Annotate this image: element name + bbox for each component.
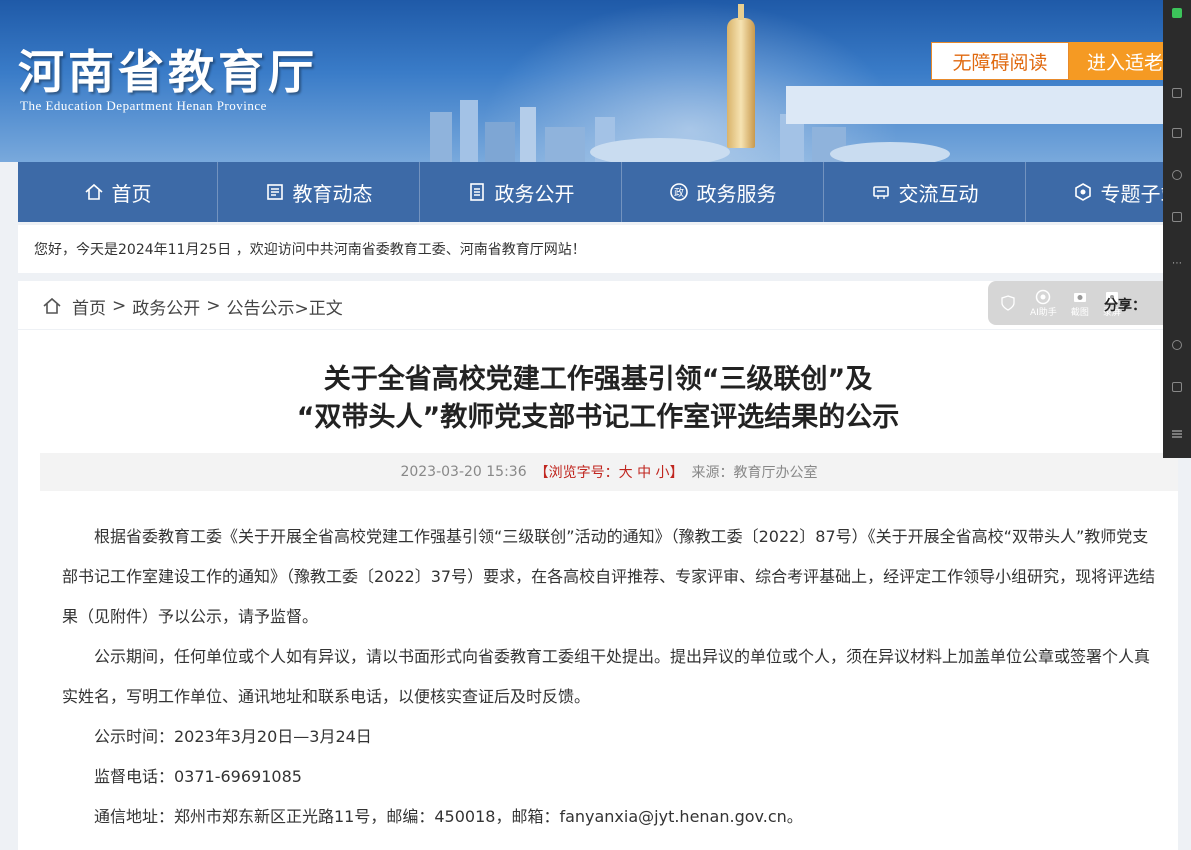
paragraph: 公示时间：2023年3月20日—3月24日 (94, 727, 372, 746)
article-title: 关于全省高校党建工作强基引领“三级联创”及 “双带头人”教师党支部书记工作室评选… (18, 361, 1178, 437)
search-bar[interactable] (786, 86, 1178, 124)
nav-item-gov-service[interactable]: 政 政务服务 (622, 162, 824, 222)
nav-item-news[interactable]: 教育动态 (218, 162, 420, 222)
accessibility-button[interactable]: 无障碍阅读 (931, 42, 1069, 80)
article-card: 首页 > 政务公开 > 公告公示 >正文 AI助手 截图 录屏 分享： 关于全省… (18, 281, 1178, 850)
nav-item-home[interactable]: 首页 (18, 162, 218, 222)
chat-icon (871, 182, 891, 202)
folder-icon[interactable] (1172, 128, 1182, 138)
breadcrumb-current: >正文 (294, 298, 343, 319)
shield-tool[interactable] (1000, 295, 1016, 311)
breadcrumb-home[interactable]: 首页 (72, 294, 106, 319)
home-icon (42, 296, 62, 316)
menu-icon[interactable] (1172, 424, 1182, 438)
nav-label: 教育动态 (292, 181, 373, 206)
breadcrumb-separator: > (112, 296, 127, 316)
nav-item-topics[interactable]: 专题子站 (1026, 162, 1178, 222)
breadcrumb: 首页 > 政务公开 > 公告公示 >正文 (42, 291, 343, 321)
nav-item-interaction[interactable]: 交流互动 (824, 162, 1026, 222)
chat-app-icon[interactable] (1172, 8, 1182, 18)
more-icon[interactable]: ⋯ (1172, 258, 1182, 269)
floating-toolbar: AI助手 截图 录屏 (988, 281, 1178, 325)
welcome-bar: 您好，今天是2024年11月25日 ，欢迎访问中共河南省委教育工委、河南省教育厅… (18, 225, 1178, 273)
article-body: 根据省委教育工委《关于开展全省高校党建工作强基引领“三级联创”活动的通知》（豫教… (62, 517, 1162, 837)
topic-icon (1073, 182, 1093, 202)
document-icon (467, 182, 487, 202)
svg-text:政: 政 (674, 186, 684, 199)
welcome-text: 您好，今天是2024年11月25日 ，欢迎访问中共河南省委教育工委、河南省教育厅… (34, 242, 586, 258)
ai-assistant-button[interactable]: AI助手 (1030, 289, 1057, 318)
paragraph: 公示期间，任何单位或个人如有异议，请以书面形式向省委教育工委组干处提出。提出异议… (62, 647, 1151, 706)
ai-assistant-icon (1036, 289, 1051, 304)
article-title-line2: “双带头人”教师党支部书记工作室评选结果的公示 (296, 402, 900, 433)
screenshot-label: 截图 (1070, 307, 1089, 318)
nav-label: 交流互动 (898, 181, 979, 206)
article-source: 来源：教育厅办公室 (691, 465, 818, 481)
send-icon[interactable] (1172, 212, 1182, 222)
service-icon: 政 (669, 182, 689, 202)
browser-icon[interactable] (1172, 170, 1182, 180)
news-icon (265, 182, 285, 202)
site-header: 河南省教育厅 The Education Department Henan Pr… (0, 0, 1191, 162)
nav-label: 政务服务 (696, 181, 777, 206)
font-size-switcher[interactable]: 【浏览字号：大 中 小】 (535, 462, 684, 482)
paragraph: 通信地址：郑州市郑东新区正光路11号，邮编：450018，邮箱：fanyanxi… (94, 807, 803, 826)
cube-icon[interactable] (1172, 88, 1182, 98)
nav-label: 首页 (111, 181, 152, 206)
site-logo-en: The Education Department Henan Province (20, 98, 267, 113)
breadcrumb-gov-open[interactable]: 政务公开 (132, 294, 200, 319)
browser-sidebar: ⋯ (1163, 0, 1191, 458)
link-icon[interactable] (1172, 340, 1182, 350)
share-label: 分享： (1104, 298, 1146, 314)
ai-assistant-label: AI助手 (1030, 307, 1057, 318)
shield-icon (1001, 295, 1015, 311)
breadcrumb-divider (18, 329, 1178, 330)
paragraph: 根据省委教育工委《关于开展全省高校党建工作强基引领“三级联创”活动的通知》（豫教… (62, 527, 1156, 626)
nav-item-gov-open[interactable]: 政务公开 (420, 162, 622, 222)
breadcrumb-announcements[interactable]: 公告公示 (227, 294, 295, 319)
breadcrumb-separator: > (206, 296, 221, 316)
site-logo-cn[interactable]: 河南省教育厅 (18, 36, 318, 102)
nav-label: 政务公开 (494, 181, 575, 206)
article-meta: 2023-03-20 15:36 【浏览字号：大 中 小】 来源：教育厅办公室 (40, 453, 1178, 491)
home-icon (84, 182, 104, 202)
camera-icon (1073, 292, 1086, 302)
article-title-line1: 关于全省高校党建工作强基引领“三级联创”及 (323, 364, 873, 395)
main-nav: 首页 教育动态 政务公开 政 政务服务 交流互动 专题子站 (18, 162, 1178, 222)
landmark-tower (727, 4, 755, 148)
screenshot-button[interactable]: 截图 (1071, 289, 1089, 318)
publish-date: 2023-03-20 15:36 (400, 464, 527, 480)
window-icon[interactable] (1172, 382, 1182, 392)
paragraph: 监督电话：0371-69691085 (94, 767, 302, 786)
